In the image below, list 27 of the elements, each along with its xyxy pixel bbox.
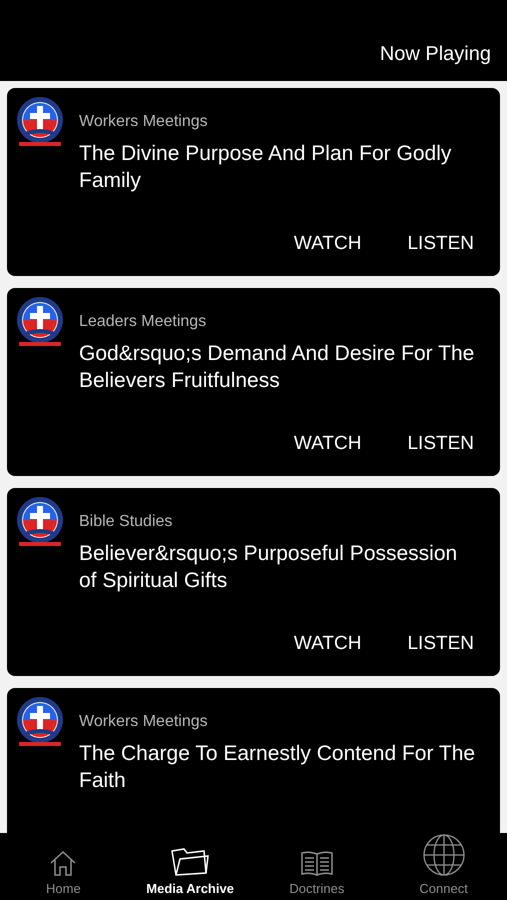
media-action-button[interactable]: LISTEN [407,230,474,258]
media-title: God&rsquo;s Demand And Desire For The Believers Fruitfulness [79,341,476,394]
media-title: The Divine Purpose And Plan For Godly Family [79,141,452,194]
media-card[interactable]: Leaders Meetings God&rsquo;s Demand And Desire For The Believers Fruitfulness WATCH LISTEN [7,288,500,476]
media-title: The Charge To Earnestly Contend For The Faith [79,741,476,794]
media-title: Believer&rsquo;s Purposeful Possession of Spiritual Gifts [79,541,458,594]
media-action-button[interactable]: LISTEN [407,630,474,658]
media-action-button[interactable]: WATCH [294,230,362,258]
media-card[interactable]: Workers Meetings The Charge To Earnestly Contend For The Faith [7,688,500,833]
tab-bar-item[interactable]: Doctrines [254,833,380,900]
globe-icon [422,833,466,877]
book-icon [300,849,334,877]
media-category: Leaders Meetings [79,312,208,332]
media-card[interactable]: Bible Studies Believer&rsquo;s Purposeful Possession of Spiritual Gifts WATCH LISTEN [7,488,500,676]
media-category: Workers Meetings [79,712,209,732]
tab-bar-item[interactable]: Media Archive [126,833,254,900]
media-category: Bible Studies [79,512,174,532]
media-action-button[interactable]: WATCH [294,430,362,458]
tab-bar-item[interactable]: Home [0,833,127,900]
media-action-button[interactable]: LISTEN [407,430,474,458]
folder-icon [170,847,210,877]
media-category: Workers Meetings [79,112,209,132]
media-action-button[interactable]: WATCH [294,630,362,658]
home-icon [48,849,78,877]
now-playing-link[interactable]: Now Playing [380,39,491,69]
tab-bar-item[interactable]: Connect [380,833,507,900]
media-card[interactable]: Workers Meetings The Divine Purpose And Plan For Godly Family WATCH LISTEN [7,88,500,276]
